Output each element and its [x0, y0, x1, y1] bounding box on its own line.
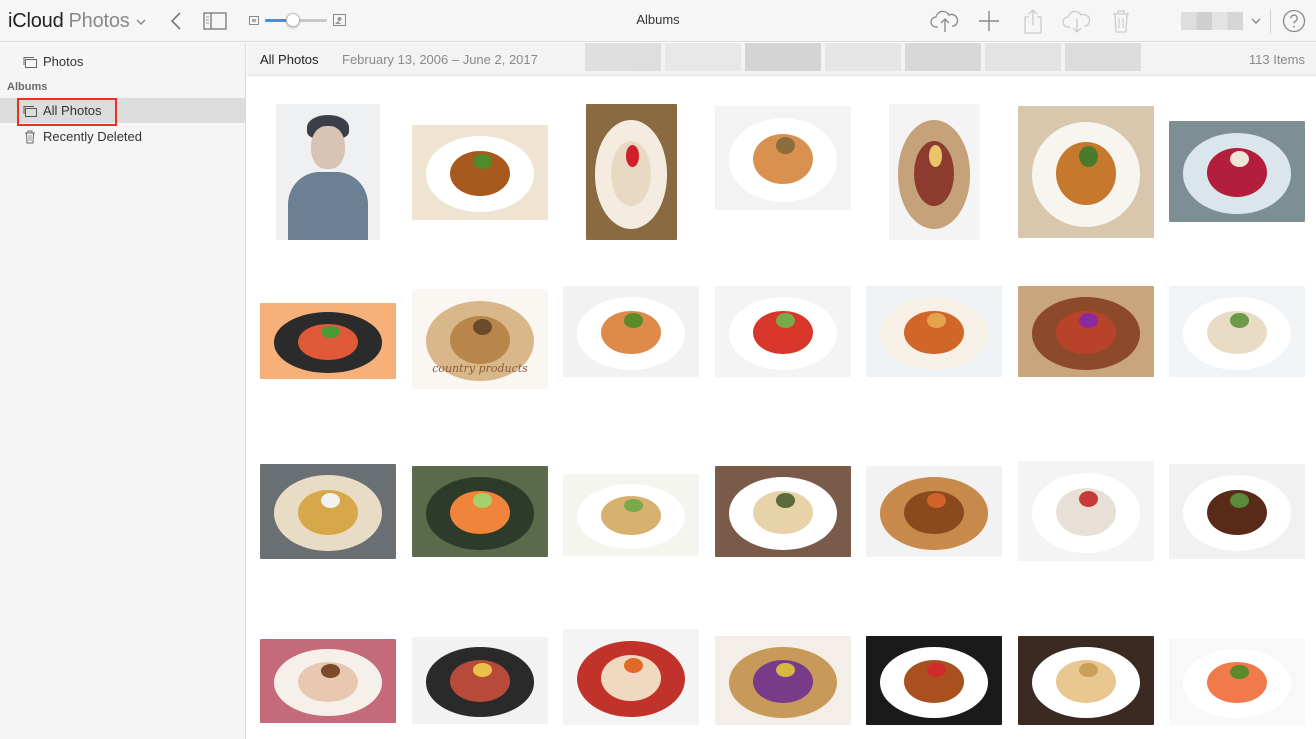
- photo-thumbnail-salmon[interactable]: [1169, 639, 1305, 725]
- garnish: [624, 498, 644, 512]
- photo-thumbnail-roast-duck[interactable]: [1018, 286, 1154, 377]
- chevron-left-icon: [170, 12, 181, 30]
- albums-section-header: Albums: [7, 81, 48, 93]
- photo-thumbnail-roast-chicken[interactable]: [412, 125, 548, 220]
- photo-thumbnail-rice-platter[interactable]: [260, 303, 396, 379]
- photo-thumbnail-stacked-pancake[interactable]: [715, 466, 851, 557]
- album-header: All Photos February 13, 2006 – June 2, 2…: [247, 43, 1316, 76]
- photo-thumbnail-steak[interactable]: [1169, 464, 1305, 559]
- help-icon: [1282, 9, 1306, 33]
- photo-caption: country products: [432, 362, 528, 375]
- photo-thumbnail-fish-fillet[interactable]: [563, 286, 699, 377]
- photo-thumbnail-glazed-duck[interactable]: [866, 636, 1002, 725]
- zoom-out-icon[interactable]: [249, 15, 259, 25]
- garnish: [927, 662, 947, 677]
- garnish: [321, 492, 341, 508]
- plus-icon: [979, 11, 999, 31]
- toolbar-divider: [1270, 9, 1271, 33]
- chevron-down-icon: [136, 19, 146, 25]
- garnish: [1230, 664, 1250, 679]
- sidebar-item-recently-deleted[interactable]: Recently Deleted: [0, 124, 245, 149]
- garnish: [929, 144, 943, 167]
- photo-thumbnail-portrait[interactable]: [276, 104, 380, 240]
- garnish: [776, 313, 796, 328]
- garnish: [776, 493, 796, 508]
- photo-thumbnail-parfait[interactable]: [585, 104, 677, 240]
- cloud-upload-icon: [930, 10, 959, 32]
- photo-thumbnail-plated-dish[interactable]: [1018, 106, 1154, 238]
- app-switcher[interactable]: iCloud Photos: [8, 9, 146, 33]
- chevron-down-icon: [1251, 18, 1261, 24]
- account-name-redacted: [1181, 12, 1243, 30]
- brand-app-name: Photos: [68, 9, 130, 32]
- download-button[interactable]: [1062, 7, 1092, 35]
- brand-icloud: iCloud: [8, 9, 64, 32]
- photo-thumbnail-noodle-bowl[interactable]: [563, 629, 699, 725]
- garnish: [776, 662, 796, 677]
- photo-thumbnail-salad-plate[interactable]: [715, 286, 851, 377]
- photo-thumbnail-light-dish[interactable]: [1169, 286, 1305, 377]
- garnish: [927, 313, 947, 328]
- trash-icon: [23, 130, 37, 144]
- garnish: [1079, 313, 1099, 328]
- back-button[interactable]: [166, 9, 186, 33]
- sidebar-item-photos[interactable]: Photos: [0, 49, 245, 74]
- garnish: [321, 325, 341, 338]
- portrait-body: [288, 172, 368, 240]
- album-stack-icon: [23, 104, 37, 118]
- photo-thumbnail-sandwich[interactable]: [563, 474, 699, 556]
- photo-grid: country products: [247, 77, 1316, 739]
- sidebar-icon: [203, 12, 227, 30]
- photo-thumbnail-tea-table[interactable]: [260, 639, 396, 723]
- photo-thumbnail-dessert-plates[interactable]: [1018, 461, 1154, 561]
- photo-thumbnail-bread-basket[interactable]: country products: [412, 289, 548, 389]
- garnish: [626, 144, 640, 167]
- album-name: All Photos: [260, 52, 319, 67]
- cloud-download-icon: [1062, 10, 1091, 33]
- zoom-in-icon[interactable]: [333, 14, 346, 26]
- photos-stack-icon: [23, 55, 37, 69]
- share-button[interactable]: [1021, 7, 1045, 35]
- photo-thumbnail-charcuterie[interactable]: [888, 104, 980, 240]
- portrait-face: [311, 125, 345, 170]
- sidebar: Photos Albums All Photos Recently Delete…: [0, 43, 246, 739]
- garnish: [624, 313, 644, 328]
- zoom-slider[interactable]: [265, 13, 327, 27]
- zoom-slider-knob[interactable]: [285, 13, 300, 27]
- photo-thumbnail-berry-dish[interactable]: [1169, 121, 1305, 222]
- garnish: [776, 137, 796, 154]
- photo-thumbnail-paella-pan[interactable]: [412, 637, 548, 724]
- photo-thumbnail-toast-box[interactable]: [260, 464, 396, 559]
- photo-thumbnail-bowl-soup[interactable]: [715, 106, 851, 210]
- photo-thumbnail-pastry-plate[interactable]: [1018, 636, 1154, 725]
- garnish: [321, 664, 341, 678]
- photo-thumbnail-sushi[interactable]: [412, 466, 548, 557]
- album-date-range: February 13, 2006 – June 2, 2017: [342, 52, 538, 67]
- sidebar-item-all-photos[interactable]: All Photos: [0, 98, 245, 126]
- account-menu[interactable]: [1181, 10, 1263, 32]
- trash-icon: [1113, 10, 1129, 33]
- sidebar-item-label: Photos: [43, 54, 84, 69]
- photo-thumbnail-steamer-basket[interactable]: [715, 636, 851, 725]
- photo-thumbnail-skewers[interactable]: [866, 466, 1002, 557]
- garnish: [1230, 492, 1250, 508]
- add-button[interactable]: [976, 8, 1002, 34]
- album-item-count: 113 Items: [1248, 52, 1305, 67]
- upload-button[interactable]: [930, 7, 960, 35]
- garnish: [473, 493, 493, 508]
- share-icon: [1024, 9, 1042, 34]
- top-toolbar: iCloud Photos Albums: [0, 0, 1316, 42]
- garnish: [927, 493, 947, 508]
- sidebar-toggle-button[interactable]: [202, 10, 228, 32]
- sidebar-item-label: Recently Deleted: [43, 129, 142, 144]
- header-thumbnail-strip: [585, 43, 1145, 71]
- garnish: [1079, 662, 1099, 677]
- garnish: [1079, 145, 1099, 167]
- delete-button[interactable]: [1109, 7, 1133, 35]
- photo-thumbnail-crab[interactable]: [866, 286, 1002, 377]
- garnish: [473, 153, 493, 169]
- help-button[interactable]: [1282, 9, 1306, 33]
- sidebar-item-label: All Photos: [43, 103, 102, 118]
- garnish: [1230, 313, 1250, 328]
